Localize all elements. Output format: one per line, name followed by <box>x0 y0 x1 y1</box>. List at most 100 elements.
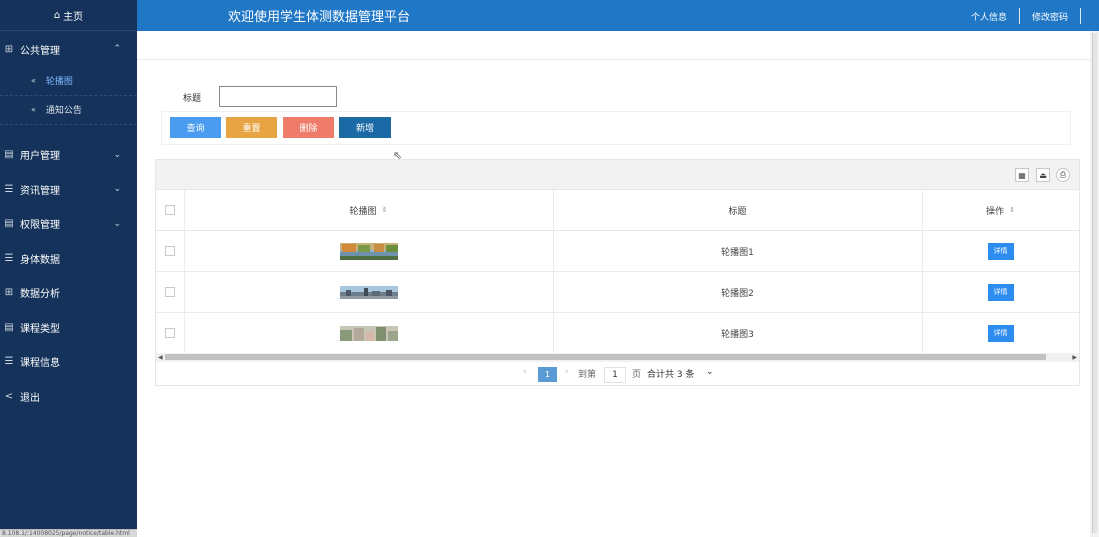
detail-button[interactable]: 详情 <box>987 242 1014 260</box>
column-divider <box>553 190 554 354</box>
scrollbar-thumb[interactable] <box>1092 33 1097 533</box>
menu-item-course-type[interactable]: ▤ 课程类型 <box>0 310 137 345</box>
row-checkbox[interactable] <box>165 328 175 338</box>
table-row: 轮播图2 详情 <box>156 272 1079 313</box>
page-unit-label: 页 <box>632 370 642 380</box>
list-icon: ☰ <box>4 252 14 264</box>
row-checkbox[interactable] <box>165 246 175 256</box>
menu-label: 资讯管理 <box>20 185 60 197</box>
menu-label: 退出 <box>20 392 40 404</box>
title-cell: 轮播图1 <box>721 247 754 258</box>
column-header-image[interactable]: 轮播图 ⇕ <box>184 190 553 230</box>
scroll-left-icon[interactable]: ◀ <box>158 353 163 362</box>
table-toolbar: ▦ ⏏ ⎙ <box>156 160 1079 190</box>
reset-button[interactable]: 重置 <box>226 117 277 138</box>
list-icon: ☰ <box>4 183 14 195</box>
grid-icon: ⊞ <box>4 287 14 299</box>
column-divider <box>184 190 185 354</box>
doc-icon: ▤ <box>4 149 14 161</box>
page-number-current[interactable]: 1 <box>538 367 557 382</box>
row-checkbox-cell <box>156 231 184 271</box>
home-icon: ⌂ <box>53 9 61 21</box>
row-checkbox[interactable] <box>165 287 175 297</box>
row-checkbox-cell <box>156 313 184 353</box>
header-checkbox-cell <box>156 190 184 230</box>
sort-icon[interactable]: ⇕ <box>382 206 388 214</box>
menu-item-news[interactable]: ☰ 资讯管理 ⌄ <box>0 172 137 207</box>
menu-label: 课程信息 <box>20 358 60 370</box>
sort-icon[interactable]: ⇕ <box>1009 206 1015 214</box>
scroll-right-icon[interactable]: ▶ <box>1072 353 1077 362</box>
menu-item-public[interactable]: ⊞ 公共管理 ⌃ <box>0 32 137 67</box>
submenu-item-notice[interactable]: « 通知公告 <box>0 96 137 125</box>
total-count: 合计共 3 条 <box>647 370 695 380</box>
page-title: 欢迎使用学生体测数据管理平台 <box>228 10 411 25</box>
chevron-down-icon: ⌄ <box>113 149 121 160</box>
image-cell <box>184 272 553 312</box>
menu-item-users[interactable]: ▤ 用户管理 ⌄ <box>0 138 137 173</box>
page-size-dropdown-icon[interactable]: ⌄ <box>706 367 714 377</box>
menu-item-course-info[interactable]: ☰ 课程信息 <box>0 345 137 380</box>
delete-button[interactable]: 删除 <box>283 117 334 138</box>
column-header-actions[interactable]: 操作 ⇕ <box>922 190 1079 230</box>
browser-status-url: 8.108.1/:14008025/page/notice/table.html <box>0 529 148 537</box>
landscape-thumbnail-image <box>339 242 398 260</box>
doc-icon: ▤ <box>4 321 14 333</box>
submenu-label: 轮播图 <box>45 77 73 87</box>
menu-item-logout[interactable]: < 退出 <box>0 379 137 414</box>
menu-label: 用户管理 <box>20 151 60 163</box>
table-row: 轮播图1 详情 <box>156 231 1079 272</box>
columns-filter-icon[interactable]: ▦ <box>1015 168 1029 182</box>
column-title: 标题 <box>728 206 747 217</box>
submenu-label: 通知公告 <box>45 106 82 116</box>
horizontal-scrollbar[interactable]: ◀ ▶ <box>156 353 1079 362</box>
image-cell <box>184 313 553 353</box>
query-button[interactable]: 查询 <box>170 117 221 138</box>
title-search-input[interactable] <box>219 86 337 107</box>
column-divider <box>922 190 923 354</box>
image-cell <box>184 231 553 271</box>
data-table: ▦ ⏏ ⎙ 轮播图 ⇕ 标题 操作 ⇕ 轮播图1 详情 轮播图2 详情 轮播图3… <box>155 159 1080 386</box>
title-cell: 轮播图3 <box>721 329 754 340</box>
column-header-title: 标题 <box>553 190 922 230</box>
grid-icon: ⊞ <box>4 43 14 55</box>
row-checkbox-cell <box>156 272 184 312</box>
garden-thumbnail-image <box>339 325 398 341</box>
top-header: 欢迎使用学生体测数据管理平台 个人信息 修改密码 <box>137 0 1099 31</box>
goto-page-input[interactable]: 1 <box>604 367 626 383</box>
menu-label: 课程类型 <box>20 323 60 335</box>
home-link[interactable]: ⌂ 主页 <box>0 0 137 31</box>
export-icon[interactable]: ⏏ <box>1036 168 1050 182</box>
detail-button[interactable]: 详情 <box>987 324 1014 342</box>
pagination: ‹ 1 › 到第 1 页 合计共 3 条 ⌄ <box>156 365 1079 385</box>
actions-cell: 详情 <box>922 231 1079 271</box>
menu-item-body-data[interactable]: ☰ 身体数据 <box>0 241 137 276</box>
title-search-label: 标题 <box>183 94 202 104</box>
profile-link[interactable]: 个人信息 <box>971 10 1007 23</box>
chevron-down-icon: ⌄ <box>113 218 121 229</box>
add-button[interactable]: 新增 <box>339 117 391 138</box>
menu-item-permissions[interactable]: ▤ 权限管理 ⌄ <box>0 207 137 242</box>
detail-button[interactable]: 详情 <box>987 283 1014 301</box>
change-password-link[interactable]: 修改密码 <box>1032 10 1068 23</box>
submenu-item-carousel[interactable]: « 轮播图 <box>0 67 137 96</box>
next-page-icon[interactable]: › <box>565 367 569 377</box>
print-icon[interactable]: ⎙ <box>1056 168 1070 182</box>
header-divider <box>1019 8 1020 24</box>
list-icon: ☰ <box>4 356 14 368</box>
menu-label: 数据分析 <box>20 289 60 301</box>
share-icon: < <box>4 390 14 402</box>
vertical-scrollbar[interactable] <box>1090 31 1099 537</box>
prev-page-icon[interactable]: ‹ <box>523 367 527 377</box>
menu-label: 权限管理 <box>20 220 60 232</box>
home-label: 主页 <box>63 11 84 23</box>
actions-cell: 详情 <box>922 272 1079 312</box>
menu-item-analysis[interactable]: ⊞ 数据分析 <box>0 276 137 311</box>
chevron-up-icon: ⌃ <box>113 44 121 55</box>
title-cell: 轮播图2 <box>721 288 754 299</box>
sidebar: ⌂ 主页 ⊞ 公共管理 ⌃ « 轮播图 « 通知公告 ▤ 用户管理 ⌄ ☰ 资讯… <box>0 0 137 537</box>
menu-label: 公共管理 <box>20 45 60 57</box>
scrollbar-thumb[interactable] <box>165 354 1046 360</box>
select-all-checkbox[interactable] <box>165 205 175 215</box>
